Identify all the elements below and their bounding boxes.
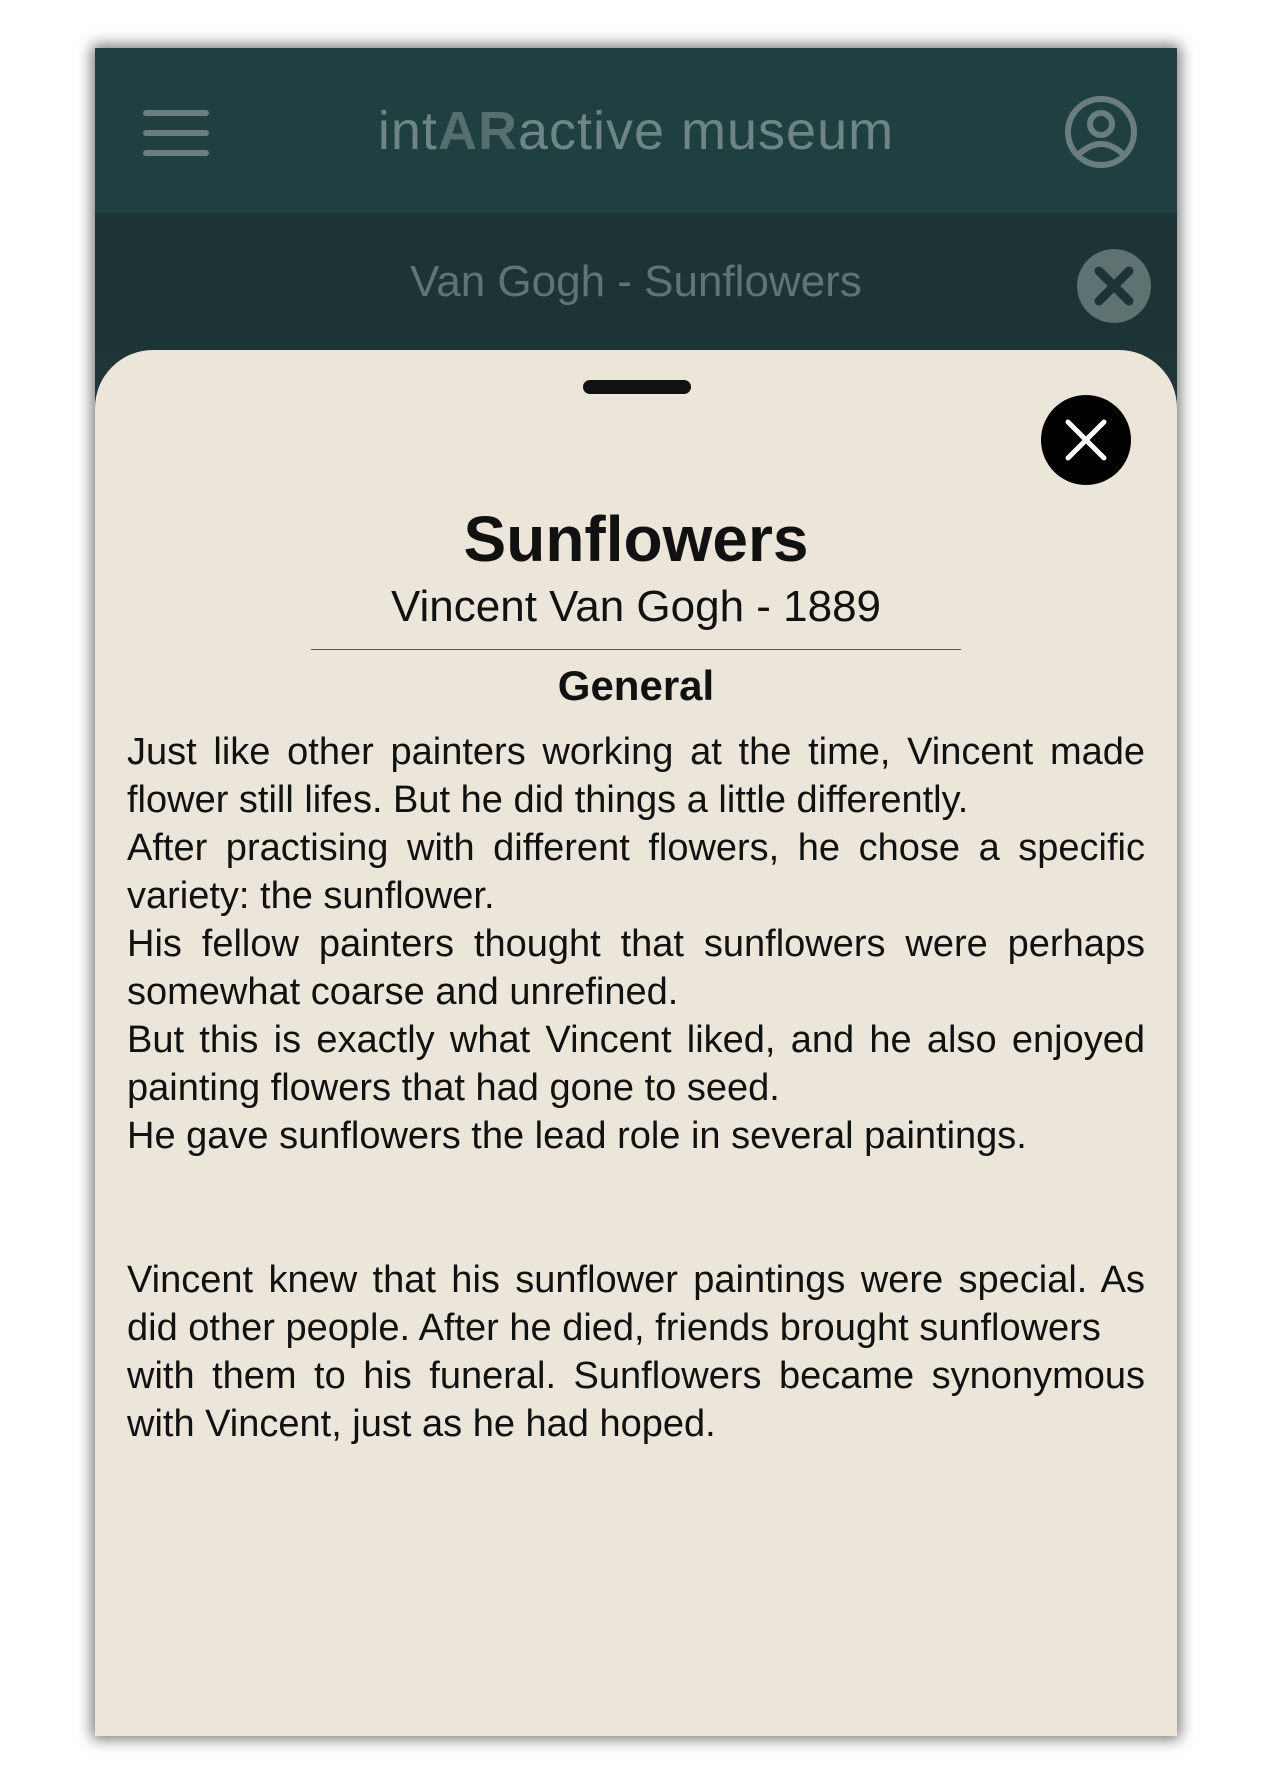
profile-icon[interactable] [1063, 94, 1139, 170]
text-line: Just like other painters working at the … [127, 731, 1145, 821]
artwork-bar-title: Van Gogh - Sunflowers [410, 257, 862, 306]
text-line: He gave sunflowers the lead role in seve… [127, 1115, 1027, 1157]
description-text: Just like other painters working at the … [127, 728, 1145, 1448]
drag-handle[interactable] [583, 380, 691, 394]
close-sheet-button[interactable] [1041, 395, 1131, 485]
app-title: intARactive museum [377, 101, 895, 161]
text-line: His fellow painters thought that sunflow… [127, 923, 1145, 1013]
bottom-sheet: Sunflowers Vincent Van Gogh - 1889 Gener… [95, 350, 1177, 1736]
text-line: But this is exactly what Vincent liked, … [127, 1019, 1145, 1109]
close-circle-icon[interactable] [1075, 247, 1153, 325]
artwork-bar: Van Gogh - Sunflowers [95, 213, 1177, 353]
text-line: Vincent knew that his sunflower painting… [127, 1259, 1145, 1349]
artwork-subtitle: Vincent Van Gogh - 1889 [390, 582, 882, 631]
divider [311, 649, 961, 650]
text-line: with them to his funeral. Sunflowers bec… [127, 1355, 1145, 1445]
close-icon [1065, 419, 1107, 461]
artwork-title: Sunflowers [463, 503, 809, 575]
section-title: General [557, 662, 715, 709]
text-line: After practising with different flowers,… [127, 827, 1145, 917]
app-bar: intARactive museum [95, 48, 1177, 213]
phone-screen: intARactive museum Van Gogh - Sunflowers… [95, 48, 1177, 1736]
